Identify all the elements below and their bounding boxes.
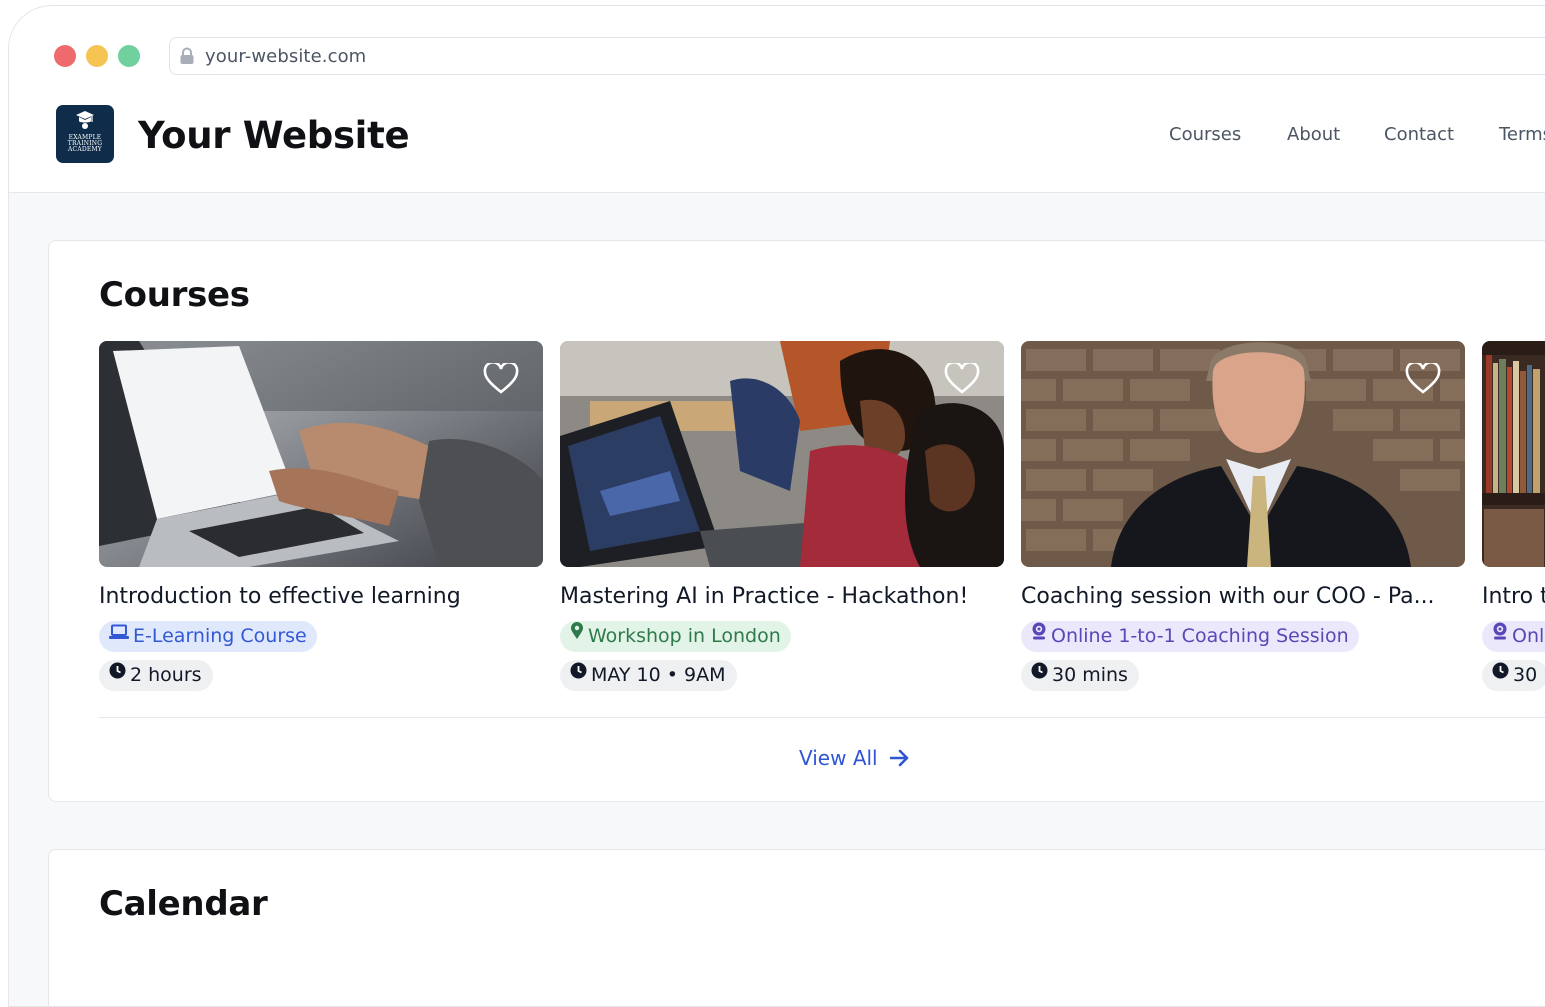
- laptop-icon: [109, 619, 129, 650]
- arrow-right-icon: [889, 749, 908, 767]
- address-bar[interactable]: your-website.com: [169, 37, 1545, 75]
- favorite-heart-icon[interactable]: [483, 361, 519, 400]
- course-image-books[interactable]: [1482, 341, 1545, 567]
- map-pin-icon: [570, 619, 584, 650]
- courses-section: Courses Introduction to effective learni…: [48, 240, 1545, 802]
- courses-title: Courses: [99, 275, 250, 315]
- webcam-icon: [1492, 619, 1508, 650]
- course-type-badge: E-Learning Course: [99, 621, 317, 652]
- calendar-title: Calendar: [99, 884, 268, 924]
- nav-terms[interactable]: Terms: [1499, 124, 1545, 145]
- site-name[interactable]: Your Website: [138, 114, 410, 157]
- course-duration-badge: 2 hours: [99, 660, 213, 691]
- course-title[interactable]: Intro t: [1482, 584, 1545, 609]
- section-divider: [99, 717, 1545, 718]
- course-duration-badge: 30 mins: [1021, 660, 1139, 691]
- course-type-badge: Workshop in London: [560, 621, 791, 652]
- course-duration-badge: 30: [1482, 660, 1545, 691]
- nav-contact[interactable]: Contact: [1384, 124, 1454, 145]
- course-date-badge: MAY 10 • 9AM: [560, 660, 737, 691]
- clock-icon: [570, 658, 587, 689]
- lock-icon: [179, 47, 195, 70]
- calendar-section: Calendar: [48, 849, 1545, 1006]
- favorite-heart-icon[interactable]: [1405, 361, 1441, 400]
- graduation-cap-icon: [76, 111, 94, 129]
- clock-icon: [109, 658, 126, 689]
- nav-about[interactable]: About: [1287, 124, 1340, 145]
- clock-icon: [1031, 658, 1048, 689]
- favorite-heart-icon[interactable]: [944, 361, 980, 400]
- course-card[interactable]: Introduction to effective learning E-Lea…: [99, 341, 543, 701]
- course-card[interactable]: Mastering AI in Practice - Hackathon! Wo…: [560, 341, 1004, 701]
- course-image-coach[interactable]: [1021, 341, 1465, 567]
- clock-icon: [1492, 658, 1509, 689]
- course-title[interactable]: Mastering AI in Practice - Hackathon!: [560, 584, 1004, 609]
- browser-window: your-website.com EXAMPLE TRAINING ACADEM…: [8, 5, 1545, 1007]
- course-card[interactable]: Coaching session with our COO - Pa... On…: [1021, 341, 1465, 701]
- course-title[interactable]: Introduction to effective learning: [99, 584, 543, 609]
- logo-text: EXAMPLE TRAINING ACADEMY: [67, 134, 103, 153]
- course-title[interactable]: Coaching session with our COO - Pa...: [1021, 584, 1465, 609]
- course-image-hackathon[interactable]: [560, 341, 1004, 567]
- minimize-window-button[interactable]: [86, 45, 108, 67]
- nav-courses[interactable]: Courses: [1169, 124, 1241, 145]
- view-all-link[interactable]: View All: [799, 746, 910, 770]
- url-text: your-website.com: [205, 46, 367, 67]
- browser-chrome: your-website.com EXAMPLE TRAINING ACADEM…: [9, 6, 1545, 193]
- maximize-window-button[interactable]: [118, 45, 140, 67]
- site-logo[interactable]: EXAMPLE TRAINING ACADEMY: [56, 105, 114, 163]
- course-type-badge: Onli: [1482, 621, 1545, 652]
- course-type-badge: Online 1-to-1 Coaching Session: [1021, 621, 1359, 652]
- close-window-button[interactable]: [54, 45, 76, 67]
- course-card[interactable]: Intro t Onli 30: [1482, 341, 1545, 701]
- webcam-icon: [1031, 619, 1047, 650]
- course-image-laptop[interactable]: [99, 341, 543, 567]
